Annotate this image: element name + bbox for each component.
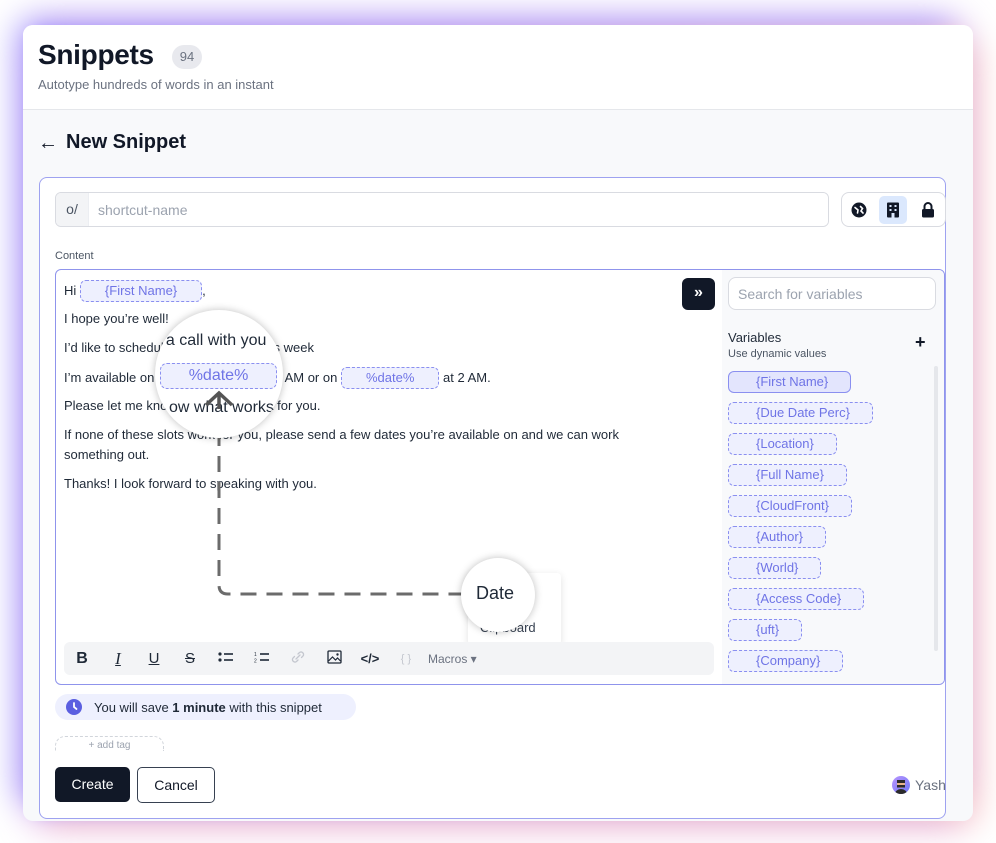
magnified-text: le a call with you xyxy=(155,332,267,349)
snippet-form: o/ shortcut-name Content Hi {First Name}… xyxy=(39,177,946,819)
variable-item[interactable]: {Location} xyxy=(728,433,837,455)
clock-icon xyxy=(66,699,82,715)
variable-item[interactable]: {uft} xyxy=(728,619,803,641)
variable-item[interactable]: {World} xyxy=(728,557,822,579)
shortcut-prefix: o/ xyxy=(56,193,89,226)
add-variable-button[interactable]: + xyxy=(915,332,926,353)
variable-search-input[interactable] xyxy=(728,277,936,310)
variable-item[interactable]: {Full Name} xyxy=(728,464,847,486)
macros-dropdown[interactable]: Macros ▾ xyxy=(428,652,477,666)
content-label: Content xyxy=(55,250,94,262)
public-scope-button[interactable] xyxy=(845,196,873,224)
editor-text: at 2 AM. xyxy=(443,370,491,385)
svg-text:1: 1 xyxy=(254,652,257,658)
organization-scope-button[interactable] xyxy=(879,195,908,224)
variable-item[interactable]: {Due Date Perc} xyxy=(728,402,873,424)
variable-item[interactable]: {Company} xyxy=(728,650,844,672)
add-tag-button[interactable]: + add tag xyxy=(55,736,164,751)
variable-chip[interactable]: {First Name} xyxy=(79,280,203,302)
shortcut-name-input[interactable] xyxy=(89,193,828,226)
snippet-count-badge: 94 xyxy=(172,45,202,69)
date-macro-chip[interactable]: %date% xyxy=(340,367,440,389)
editor-line: If none of these slots work for you, ple… xyxy=(64,427,619,462)
editor-body[interactable]: Hi {First Name}, I hope you’re well! I’d… xyxy=(64,280,674,503)
svg-text:2: 2 xyxy=(254,659,257,664)
cancel-button[interactable]: Cancel xyxy=(137,767,215,803)
create-button[interactable]: Create xyxy=(55,767,130,802)
bullet-list-icon xyxy=(218,652,233,662)
page-heading: Snippets xyxy=(38,39,154,70)
building-icon xyxy=(887,202,900,217)
underline-button[interactable]: U xyxy=(136,650,172,667)
time-saved-badge: You will save 1 minute with this snippet xyxy=(55,694,356,720)
time-saved-text: You will save 1 minute with this snippet xyxy=(94,699,322,715)
globe-icon xyxy=(851,202,867,217)
image-button[interactable] xyxy=(316,649,352,668)
collapse-variables-button[interactable]: » xyxy=(682,278,715,310)
code-button[interactable]: </> xyxy=(352,651,388,666)
variable-braces-button[interactable]: { } xyxy=(388,653,424,665)
editor-line: Hi {First Name}, xyxy=(64,280,674,309)
variable-list: {First Name} {Due Date Perc} {Location} {Fu… xyxy=(728,371,928,681)
editor-text: , xyxy=(202,283,206,298)
shortcut-field: o/ xyxy=(55,192,829,227)
new-snippet-title: New Snippet xyxy=(66,131,187,153)
variables-panel: Variables Use dynamic values + {First Na… xyxy=(722,270,944,684)
variable-item[interactable]: {First Name} xyxy=(728,371,852,393)
image-icon xyxy=(326,649,342,664)
variable-item[interactable]: {CloudFront} xyxy=(728,495,852,517)
italic-button[interactable]: I xyxy=(100,649,136,669)
snippets-panel: Snippets 94 Autotype hundreds of words i… xyxy=(23,25,973,821)
editor-line: Thanks! I look forward to speaking with … xyxy=(64,476,317,491)
variable-item[interactable]: {Author} xyxy=(728,526,826,548)
private-scope-button[interactable] xyxy=(914,196,942,224)
visibility-toggle-group xyxy=(841,192,946,227)
arrow-up-icon xyxy=(204,390,234,409)
author-name: Yash xyxy=(915,777,946,793)
bold-button[interactable]: B xyxy=(64,650,100,668)
variables-subtitle: Use dynamic values xyxy=(728,348,827,360)
variables-title: Variables xyxy=(728,330,782,345)
double-chevron-right-icon: » xyxy=(694,284,703,301)
formatting-toolbar: B I U S 12 </> { } Macros ▾ xyxy=(64,642,714,675)
page-header: Snippets 94 Autotype hundreds of words i… xyxy=(23,25,973,110)
editor-line: Please let me know what works best for y… xyxy=(64,398,321,413)
link-button[interactable] xyxy=(280,650,316,668)
breadcrumb: ← New Snippet xyxy=(38,131,186,154)
ordered-list-button[interactable]: 12 xyxy=(244,650,280,667)
zoom-magnifier-date: Date xyxy=(461,558,535,632)
strikethrough-button[interactable]: S xyxy=(172,650,208,667)
variable-list-scrollbar[interactable] xyxy=(934,366,938,651)
macro-menu-item-date[interactable]: Date xyxy=(476,583,514,604)
variable-item[interactable]: {Access Code} xyxy=(728,588,865,610)
back-arrow-icon[interactable]: ← xyxy=(38,133,58,153)
page-subtitle: Autotype hundreds of words in an instant xyxy=(38,77,274,92)
avatar xyxy=(892,776,910,794)
link-icon xyxy=(291,650,305,663)
lock-icon xyxy=(921,201,934,217)
bullet-list-button[interactable] xyxy=(208,650,244,667)
editor-text: I’m available on xyxy=(64,370,155,385)
author-info: Yash xyxy=(892,776,946,794)
zoom-magnifier: le a call with you %date% ow what works xyxy=(155,310,283,438)
editor-text: Hi xyxy=(64,283,77,298)
magnified-date-chip: %date% xyxy=(160,363,277,389)
ordered-list-icon: 12 xyxy=(254,652,269,665)
